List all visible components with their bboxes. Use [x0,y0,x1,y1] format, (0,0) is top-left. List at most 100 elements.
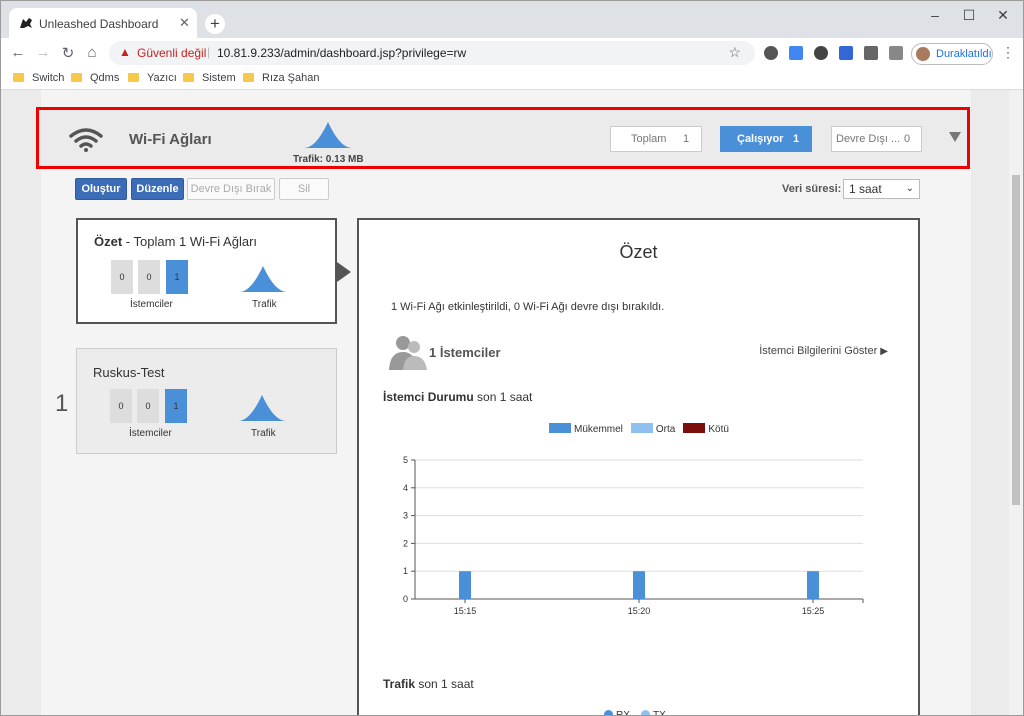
browser-toolbar: ← → ↻ ⌂ ▲ Güvenli değil | 10.81.9.233/ad… [1,38,1023,68]
legend-label: Orta [655,424,676,435]
home-icon[interactable]: ⌂ [83,44,101,61]
clients-icon [389,336,427,370]
extension-d-icon[interactable] [839,46,853,60]
client-status-title: İstemci Durumu son 1 saat [383,390,533,404]
network-index: 1 [55,390,69,417]
reading-list-icon[interactable] [889,46,903,60]
traffic-total: Trafik: 0.13 MB [293,154,364,165]
legend-label: Mükemmel [574,424,623,435]
summary-card[interactable]: Özet - Toplam 1 Wi-Fi Ağları 0 0 1 İstem… [76,218,337,324]
scrollbar-thumb[interactable] [1012,175,1020,505]
panel-title: Özet [619,242,658,262]
bookmark-star-icon[interactable]: ☆ [728,44,741,61]
disable-button[interactable]: Devre Dışı Bırak [187,178,275,200]
avatar [916,47,930,61]
legend-label: Kötü [708,424,729,435]
profile-label: Duraklatıldı [936,48,992,60]
filter-total-button[interactable]: Toplam 1 [610,126,702,152]
clients-label: İstemciler [130,299,173,310]
bookmark-riza-sahan[interactable]: Rıza Şahan [243,72,319,84]
close-window-icon[interactable]: ✕ [993,7,1013,24]
create-button[interactable]: Oluştur [75,178,127,200]
bookmark-switch[interactable]: Switch [13,72,64,84]
folder-icon [128,73,139,82]
address-bar[interactable]: ▲ Güvenli değil | 10.81.9.233/admin/dash… [109,41,755,65]
y-tick-label: 1 [403,566,408,576]
extension-icon[interactable] [764,46,778,60]
omnibox-separator: | [207,45,211,59]
network-card-title: Ruskus-Test [93,365,165,380]
x-tick-label: 15:20 [628,606,651,616]
stat-box: 0 [111,260,133,294]
back-icon[interactable]: ← [9,44,27,61]
bookmarks-bar: Switch Qdms Yazıcı Sistem Rıza Şahan [1,68,1023,90]
new-tab-button[interactable]: + [205,14,225,34]
tab-title: Unleashed Dashboard [39,17,159,31]
forward-icon[interactable]: → [34,44,52,61]
filter-disabled-button[interactable]: Devre Dışı ... 0 [831,126,922,152]
maximize-icon[interactable]: ☐ [959,7,979,24]
page-scrollbar[interactable] [1009,90,1023,715]
page-viewport: Wi-Fi Ağları Trafik: 0.13 MB Toplam 1 Ça… [1,90,1009,715]
legend-swatch [549,423,571,433]
legend-swatch [630,423,653,433]
traffic-graph-icon [238,395,286,421]
legend-item-rx: RX [604,710,630,715]
close-tab-icon[interactable]: ✕ [179,15,190,31]
stat-box: 0 [138,260,160,294]
security-status[interactable]: Güvenli değil [137,46,206,60]
y-tick-label: 4 [403,483,408,493]
summary-card-title: Özet - Toplam 1 Wi-Fi Ağları [94,234,258,249]
bookmark-qdms[interactable]: Qdms [71,72,119,84]
bookmark-sistem[interactable]: Sistem [183,72,236,84]
stat-box: 0 [137,389,159,423]
folder-icon [71,73,82,82]
tab-strip: Unleashed Dashboard ✕ + – ☐ ✕ [1,1,1023,38]
puzzle-icon[interactable] [864,46,878,60]
caret-right-icon: ▶ [880,346,888,357]
url-text[interactable]: 10.81.9.233/admin/dashboard.jsp?privileg… [217,46,466,60]
filter-running-button[interactable]: Çalışıyor 1 [720,126,812,152]
traffic-chart-legend: RX TX [604,710,666,715]
chart-legend: Mükemmel Orta Kötü [549,423,737,435]
period-label: Veri süresi: [782,183,842,195]
chart-bar [633,571,645,599]
wifi-networks-header: Wi-Fi Ağları Trafik: 0.13 MB Toplam 1 Ça… [36,107,970,169]
browser-window: Unleashed Dashboard ✕ + – ☐ ✕ ← → ↻ ⌂ ▲ … [0,0,1024,716]
network-card-ruskus-test[interactable]: Ruskus-Test 0 0 1 İstemciler Trafik [76,348,337,454]
profile-button[interactable]: Duraklatıldı [911,43,993,65]
browser-tab[interactable]: Unleashed Dashboard ✕ [9,8,197,38]
clients-count: 1 İstemciler [429,345,501,360]
show-clients-link[interactable]: İstemci Bilgilerini Göster ▶ [759,345,888,357]
chart-bar [459,571,471,599]
legend-item: Orta [630,423,676,435]
legend-item: Kötü [683,423,729,435]
folder-icon [13,73,24,82]
summary-panel: Özet 1 Wi-Fi Ağı etkinleştirildi, 0 Wi-F… [357,218,920,715]
stat-box-active: 1 [166,260,188,294]
folder-icon [243,73,254,82]
warning-icon: ▲ [119,45,131,59]
minimize-icon[interactable]: – [925,7,945,23]
traffic-graph-icon [239,266,287,292]
edit-button[interactable]: Düzenle [131,178,184,200]
translate-extension-icon[interactable] [789,46,803,60]
panel-description: 1 Wi-Fi Ağı etkinleştirildi, 0 Wi-Fi Ağı… [391,301,665,313]
chevron-down-icon: ⌄ [905,183,914,194]
collapse-arrow-icon[interactable] [949,132,961,142]
y-tick-label: 3 [403,511,408,521]
traffic-label: Trafik [251,428,276,439]
folder-icon [183,73,194,82]
bookmark-yazici[interactable]: Yazıcı [128,72,177,84]
period-select[interactable]: 1 saat ⌄ [843,179,920,199]
more-menu-icon[interactable]: ⋮ [1001,44,1015,61]
x-tick-label: 15:25 [802,606,825,616]
y-tick-label: 0 [403,594,408,604]
delete-button[interactable]: Sil [279,178,329,200]
traffic-chart-title: Trafik son 1 saat [383,677,474,691]
selection-pointer-icon [337,262,351,282]
reload-icon[interactable]: ↻ [59,44,77,62]
y-tick-label: 2 [403,538,408,548]
download-extension-icon[interactable] [814,46,828,60]
x-tick-label: 15:15 [454,606,477,616]
